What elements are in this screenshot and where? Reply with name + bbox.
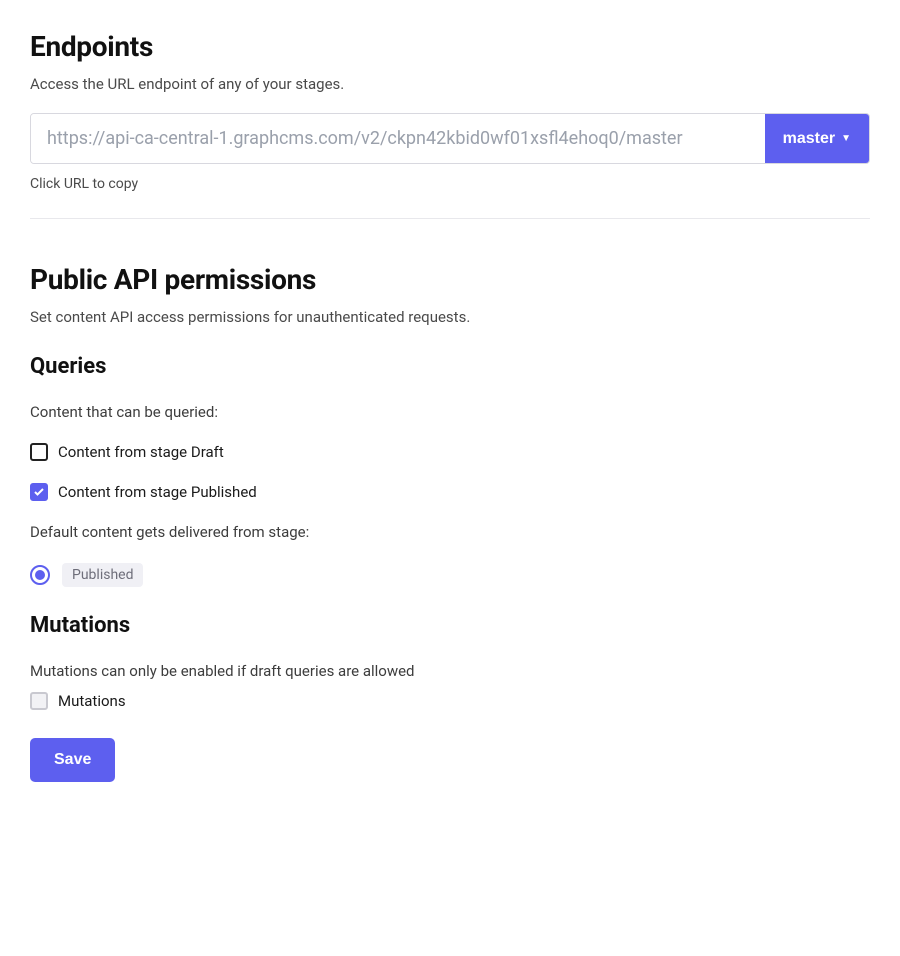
- endpoints-desc: Access the URL endpoint of any of your s…: [30, 75, 870, 93]
- endpoints-title: Endpoints: [30, 30, 870, 63]
- permissions-section: Public API permissions Set content API a…: [30, 263, 870, 782]
- chevron-down-icon: ▼: [841, 134, 851, 144]
- stage-select-dropdown[interactable]: master ▼: [765, 114, 869, 163]
- permissions-title: Public API permissions: [30, 263, 870, 296]
- checkbox-row-mutations: Mutations: [30, 692, 870, 710]
- mutations-heading: Mutations: [30, 613, 870, 638]
- default-stage-label: Default content gets delivered from stag…: [30, 523, 870, 541]
- save-button[interactable]: Save: [30, 738, 115, 782]
- checkbox-row-draft: Content from stage Draft: [30, 443, 870, 461]
- checkbox-published-label: Content from stage Published: [58, 483, 257, 501]
- default-stage-value: Published: [62, 563, 143, 587]
- queries-label: Content that can be queried:: [30, 403, 870, 421]
- check-icon: [33, 486, 45, 498]
- mutations-note: Mutations can only be enabled if draft q…: [30, 662, 870, 680]
- copy-hint: Click URL to copy: [30, 176, 870, 192]
- endpoints-section: Endpoints Access the URL endpoint of any…: [30, 30, 870, 192]
- queries-heading: Queries: [30, 354, 870, 379]
- permissions-desc: Set content API access permissions for u…: [30, 308, 870, 326]
- stage-select-label: master: [783, 130, 835, 148]
- endpoint-row: master ▼: [30, 113, 870, 164]
- checkbox-draft[interactable]: [30, 443, 48, 461]
- checkbox-draft-label: Content from stage Draft: [58, 443, 224, 461]
- radio-row-default-stage: Published: [30, 563, 870, 587]
- radio-dot-icon: [35, 570, 45, 580]
- endpoint-url-input[interactable]: [31, 114, 765, 163]
- checkbox-mutations-label: Mutations: [58, 692, 126, 710]
- radio-published[interactable]: [30, 565, 50, 585]
- section-divider: [30, 218, 870, 219]
- checkbox-published[interactable]: [30, 483, 48, 501]
- checkbox-row-published: Content from stage Published: [30, 483, 870, 501]
- checkbox-mutations: [30, 692, 48, 710]
